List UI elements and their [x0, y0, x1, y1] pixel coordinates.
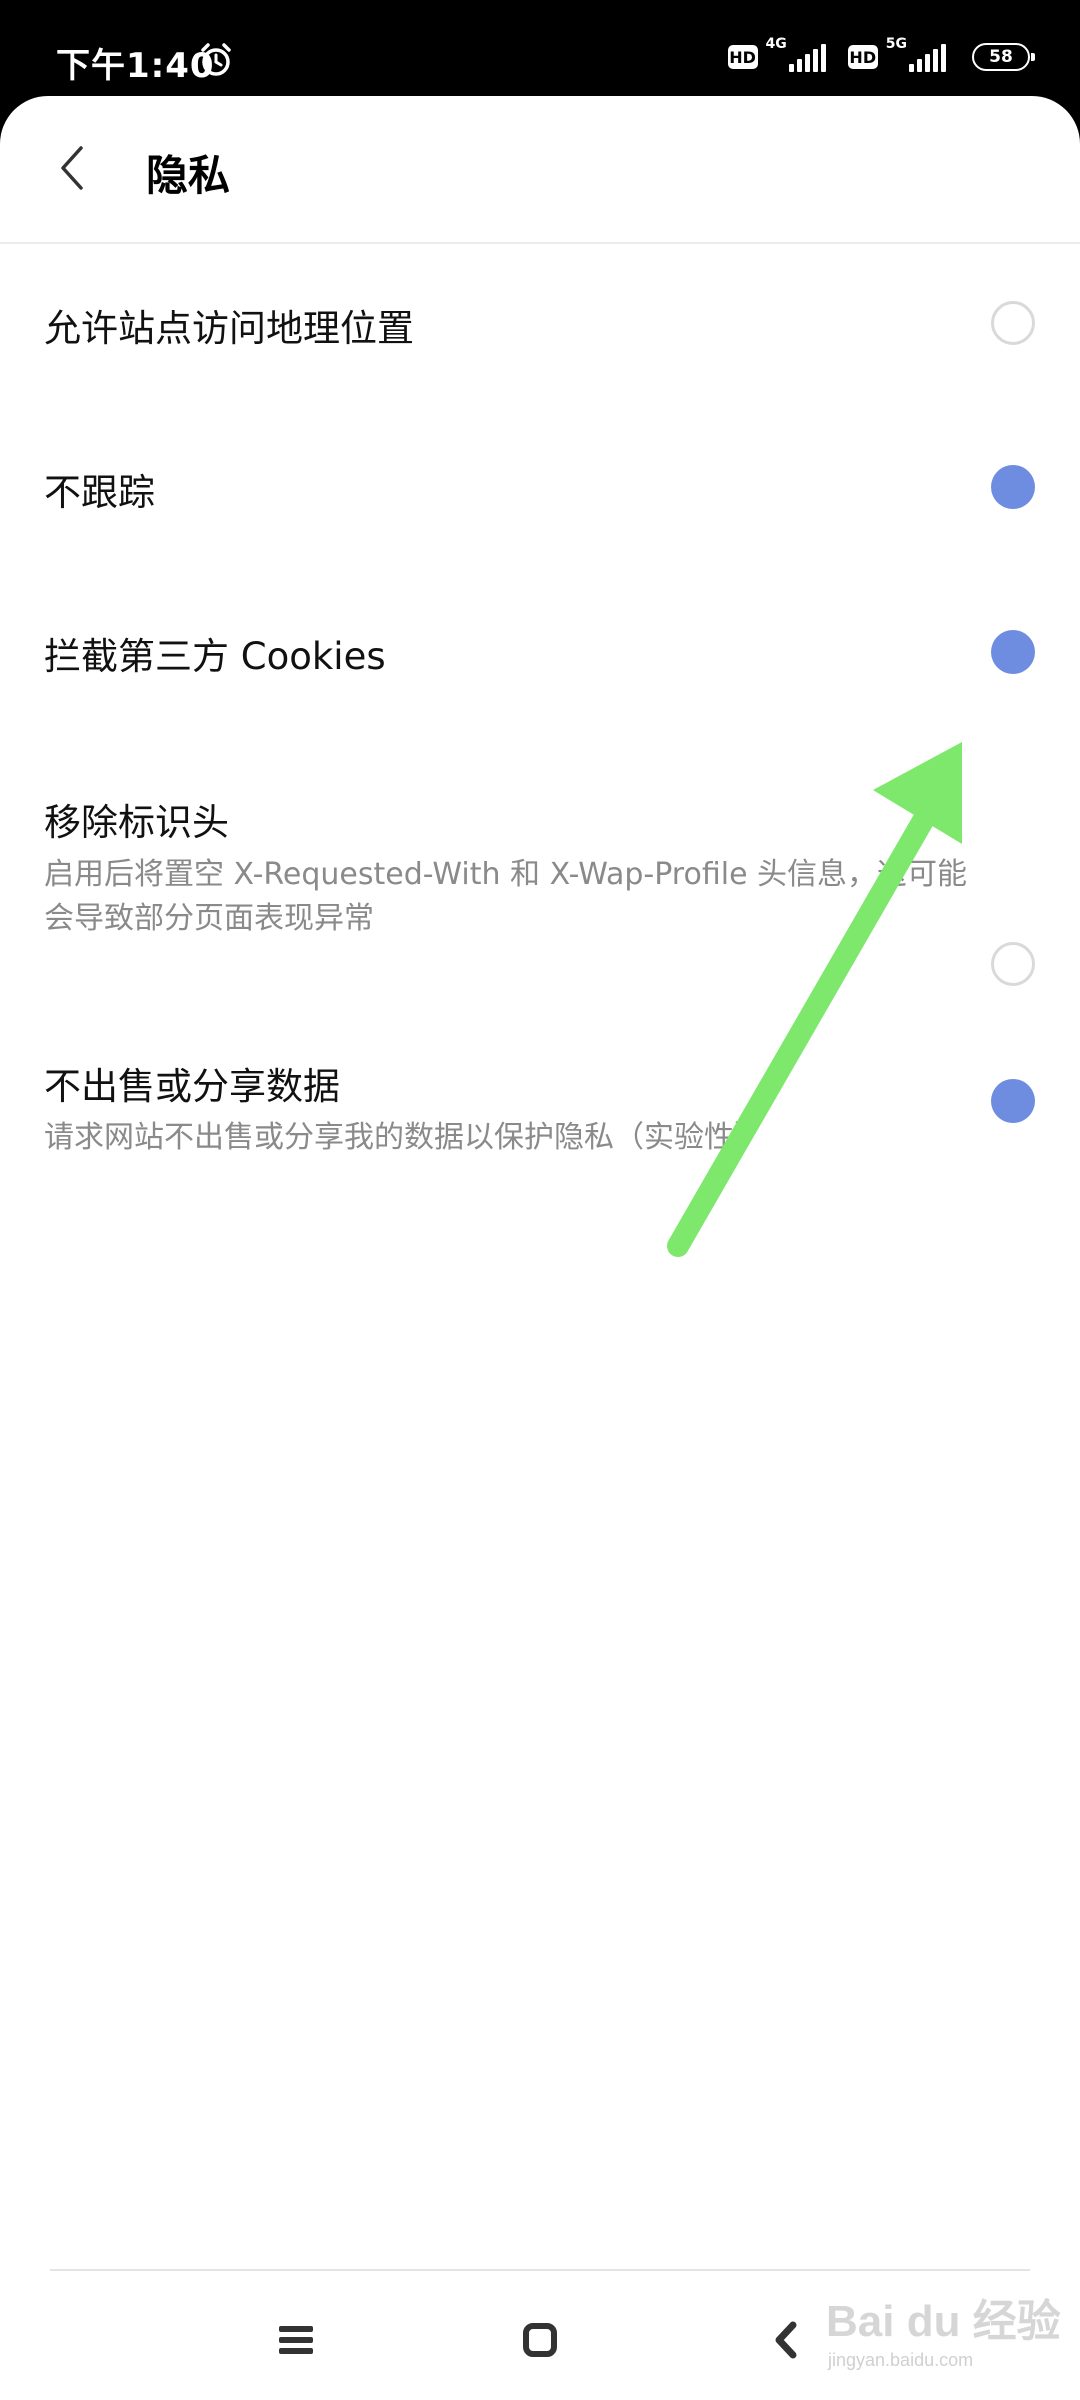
setting-row-block-cookies[interactable]: 拦截第三方 Cookies	[0, 568, 1080, 732]
status-icons: HD 4G HD 5G 58	[727, 36, 1035, 78]
settings-panel: 隐私 允许站点访问地理位置 不跟踪 拦截第三方 Cookies 移除标识头 启用…	[0, 96, 1080, 2400]
signal-strength-icon	[788, 42, 826, 72]
square-home-icon	[523, 2323, 557, 2357]
setting-title: 移除标识头	[44, 801, 229, 844]
setting-title: 允许站点访问地理位置	[44, 307, 414, 350]
battery-icon: 58	[972, 43, 1035, 71]
menu-icon	[279, 2326, 313, 2354]
remove-headers-radio[interactable]	[991, 942, 1035, 986]
chevron-left-icon	[61, 146, 83, 190]
setting-row-no-sell-data[interactable]: 不出售或分享数据 请求网站不出售或分享我的数据以保护隐私（实验性）	[0, 1040, 1080, 1220]
setting-title: 不出售或分享数据	[44, 1065, 340, 1108]
alarm-clock-icon	[201, 43, 231, 76]
watermark-url: jingyan.baidu.com	[828, 2350, 974, 2370]
header: 隐私	[0, 96, 1080, 244]
setting-row-location[interactable]: 允许站点访问地理位置	[0, 244, 1080, 404]
setting-title: 不跟踪	[44, 471, 155, 514]
status-time: 下午1:40	[56, 46, 215, 86]
hd-badge: HD	[727, 45, 758, 69]
battery-level: 58	[989, 47, 1013, 67]
nav-divider	[50, 2269, 1030, 2271]
status-bar: 下午1:40 HD 4G HD 5G 58	[0, 0, 1080, 96]
do-not-track-radio[interactable]	[991, 465, 1035, 509]
watermark: Bai du 经验	[826, 2297, 1061, 2346]
location-radio[interactable]	[991, 301, 1035, 345]
home-button[interactable]	[500, 2300, 580, 2380]
recents-button[interactable]	[256, 2300, 336, 2380]
nav-back-button[interactable]	[746, 2300, 826, 2380]
setting-description: 启用后将置空 X-Requested-With 和 X-Wap-Profile …	[44, 857, 968, 936]
setting-description: 请求网站不出售或分享我的数据以保护隐私（实验性）	[44, 1120, 764, 1155]
back-button[interactable]	[46, 142, 98, 194]
network-type-label: 5G	[885, 36, 907, 52]
hd-badge: HD	[847, 45, 878, 69]
signal-strength-icon	[909, 42, 946, 72]
block-cookies-radio[interactable]	[991, 630, 1035, 674]
setting-row-remove-headers[interactable]: 移除标识头 启用后将置空 X-Requested-With 和 X-Wap-Pr…	[0, 732, 1080, 988]
network-type-label: 4G	[765, 36, 787, 52]
setting-row-do-not-track[interactable]: 不跟踪	[0, 404, 1080, 568]
page-title: 隐私	[146, 151, 231, 200]
no-sell-data-radio[interactable]	[991, 1079, 1035, 1123]
chevron-left-icon	[775, 2321, 797, 2359]
setting-title: 拦截第三方 Cookies	[44, 635, 386, 678]
